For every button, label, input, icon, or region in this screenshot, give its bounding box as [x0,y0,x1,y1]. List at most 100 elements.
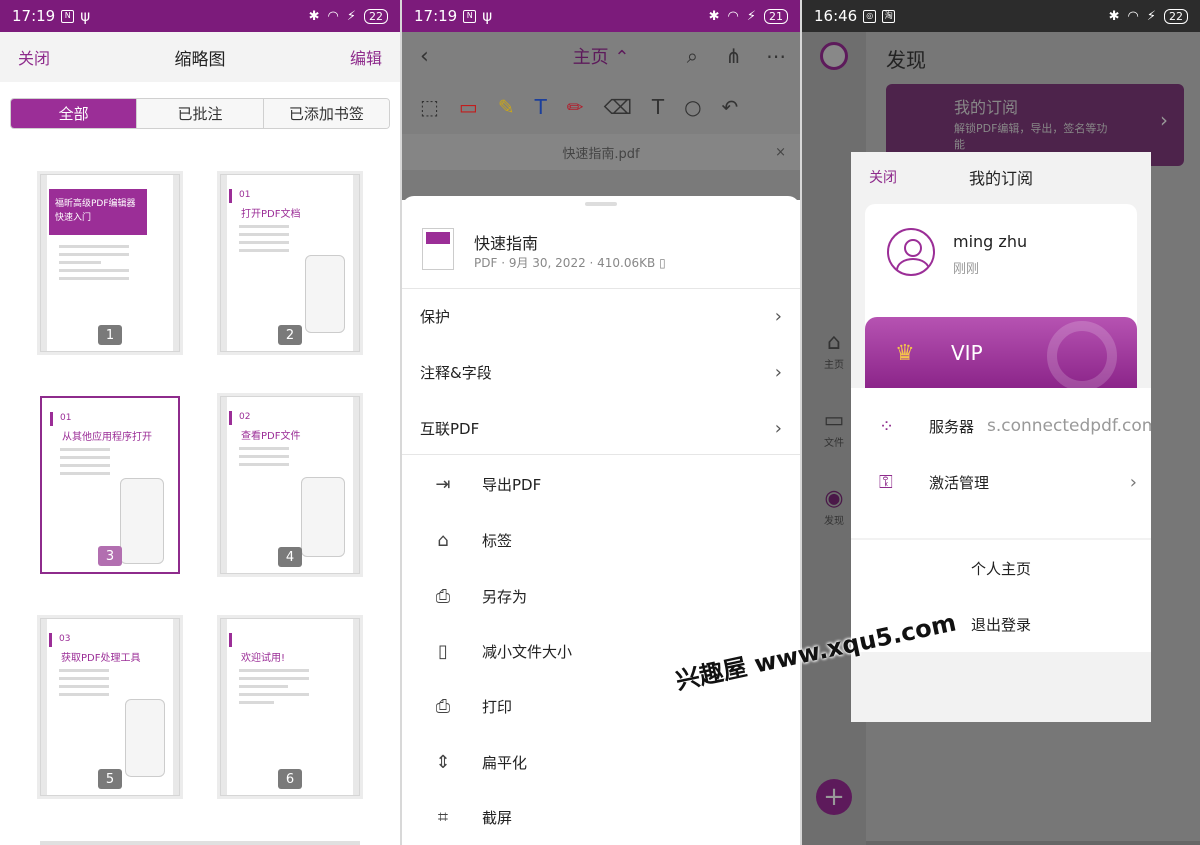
undo-icon[interactable]: ↶ [722,95,739,119]
action-tag[interactable]: ⌂ 标签 [430,512,770,568]
shape-icon[interactable]: ○ [684,95,701,119]
file-meta-text: PDF · 9月 30, 2022 · 410.06KB [474,256,656,270]
file-thumbnail [422,228,454,270]
tab-all[interactable]: 全部 [11,99,137,128]
avatar[interactable] [820,42,848,70]
section-number: 01 [239,190,251,200]
page-thumbnail[interactable]: 01 打开PDF文档 2 [220,174,360,352]
file-menu-screen: 17:19 N ψ ✱ ◠ ⚡ 21 ‹ 主页 ⌃ ⌕ ⋔ ⋯ ⬚ ▭ ✎ T … [402,0,800,845]
section-label: 保护 [420,307,451,326]
dialog-title: 我的订阅 [968,169,1033,188]
chevron-right-icon: › [1160,108,1168,132]
action-label: 另存为 [482,587,528,606]
tab-bookmarked[interactable]: 已添加书签 [262,99,389,128]
subscription-title: 我的订阅 [954,98,1019,117]
page-thumbnail[interactable]: 02 查看PDF文件 4 [220,396,360,574]
server-row[interactable]: ⁘ s.connectedpdf.com 服务器 [851,398,1151,454]
charging-icon: ⚡ [746,8,756,24]
note-icon[interactable]: ▭ [459,95,478,119]
eraser-icon[interactable]: ⌫ [604,95,632,119]
activation-label: 激活管理 [929,473,990,492]
pencil-icon[interactable]: ✏ [567,95,584,119]
usb-icon: ψ [80,7,91,25]
section-connected-pdf[interactable]: 互联PDF › [420,400,782,456]
nav-files[interactable]: ▭ 文件 [814,408,854,449]
page-edge [41,175,47,351]
server-label: 服务器 [929,417,975,436]
annotation-toolbar: ⬚ ▭ ✎ T ✏ ⌫ T ○ ↶ [402,80,800,134]
action-label: 导出PDF [482,475,542,494]
chevron-right-icon: › [774,417,782,439]
page-thumbnail[interactable]: 03 获取PDF处理工具 5 [40,618,180,796]
page-heading: 欢迎试用! [241,653,286,664]
file-options-sheet: 快速指南 PDF · 9月 30, 2022 · 410.06KB ▯ 保护 › … [402,196,800,845]
page-thumbnail[interactable]: 欢迎试用! 6 [220,618,360,796]
bluetooth-icon: ✱ [1108,8,1120,24]
wifi-icon: ◠ [1127,8,1139,24]
typewriter-icon[interactable]: T [652,95,664,119]
action-label: 打印 [482,697,513,716]
section-annotations[interactable]: 注释&字段 › [420,344,782,400]
highlight-icon[interactable]: ✎ [498,95,515,119]
profile-button[interactable]: 个人主页 [851,540,1151,596]
document-tab[interactable]: 快速指南.pdf × [402,134,800,170]
search-icon[interactable]: ⌕ [687,44,698,68]
server-icon: ⁘ [879,415,895,437]
close-button[interactable]: 关闭 [869,167,897,187]
filter-tabs: 全部 已批注 已添加书签 [10,98,390,129]
section-number: 01 [60,413,72,423]
chevron-right-icon: › [774,305,782,327]
text-insert-icon[interactable]: T [535,95,547,119]
more-icon[interactable]: ⋯ [766,44,786,68]
phone-illustration [125,699,165,777]
status-time: 17:19 [414,7,458,25]
page-edge [221,397,227,573]
text-lines [239,669,309,709]
print-icon: ⎙ [435,695,451,717]
sheet-handle[interactable] [585,202,617,206]
back-icon[interactable]: ‹ [420,44,429,69]
close-tab-icon[interactable]: × [775,145,786,160]
header: ‹ 主页 ⌃ ⌕ ⋔ ⋯ [402,32,800,80]
add-button[interactable]: + [816,779,852,815]
select-icon[interactable]: ⬚ [420,95,439,119]
page-title: 发现 [886,48,926,72]
nav-home[interactable]: ⌂ 主页 [814,330,854,371]
page-number: 5 [98,769,122,789]
action-crop[interactable]: ⌗ 截屏 [430,789,770,845]
close-button[interactable]: 关闭 [18,45,50,69]
page-title: 缩略图 [174,49,226,70]
bottom-edge [40,841,360,845]
page-thumbnail-selected[interactable]: 01 从其他应用程序打开 3 [40,396,180,574]
wifi-icon: ◠ [327,8,339,24]
page-edge [221,619,227,795]
notification-icon: ◎ [863,9,877,23]
page-edge [173,175,179,351]
section-number: 03 [59,634,71,644]
foxit-logo-icon [1047,321,1117,391]
export-icon: ⇥ [435,473,451,495]
notification-icon: N [463,9,477,23]
text-lines [239,447,289,471]
action-export-pdf[interactable]: ⇥ 导出PDF [430,456,770,512]
server-value: s.connectedpdf.com [987,416,1151,436]
user-avatar-icon [887,228,935,276]
section-protect[interactable]: 保护 › [420,288,782,344]
status-time: 17:19 [12,7,56,25]
tab-annotated[interactable]: 已批注 [136,99,263,128]
share-icon[interactable]: ⋔ [725,44,742,68]
nav-discover[interactable]: ◉ 发现 [814,486,854,527]
tag-icon: ⌂ [437,529,449,551]
thumbnail-screen: 17:19 N ψ ✱ ◠ ⚡ 22 关闭 缩略图 编辑 全部 已批注 已添加书… [0,0,400,845]
page-edge [41,619,47,795]
cover-title: 福昕高级PDF编辑器 快速入门 [49,189,147,235]
vip-banner[interactable]: ♛ VIP [865,317,1137,391]
crop-icon: ⌗ [437,806,449,828]
mode-selector[interactable]: 主页 ⌃ [573,43,630,69]
battery-icon: 22 [1164,8,1188,24]
action-save-as[interactable]: ⎙ 另存为 [430,568,770,624]
activation-row[interactable]: ⚿ 激活管理 › [851,454,1151,510]
action-flatten[interactable]: ⇕ 扁平化 [430,734,770,790]
page-thumbnail[interactable]: 福昕高级PDF编辑器 快速入门 1 [40,174,180,352]
edit-button[interactable]: 编辑 [350,45,382,69]
